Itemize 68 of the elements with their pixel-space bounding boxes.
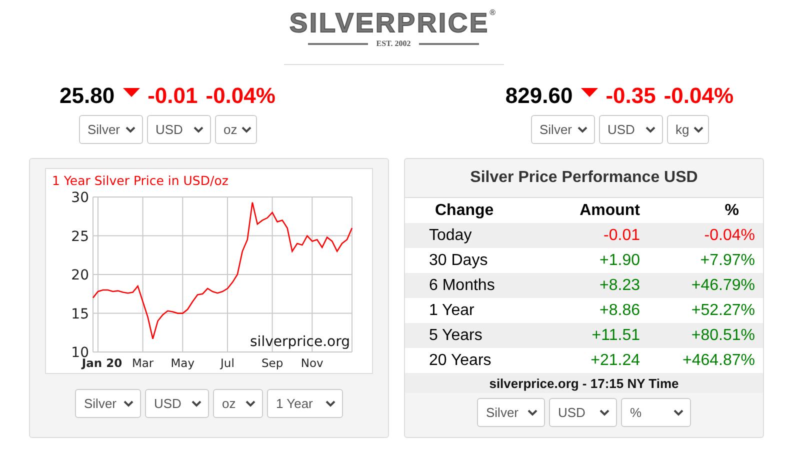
chevron-down-icon [644, 126, 656, 134]
column-header: Amount [578, 200, 640, 220]
table-cell: +80.51% [640, 323, 763, 348]
dropdown[interactable]: kg [666, 115, 708, 144]
price: 829.60 [505, 83, 573, 109]
chevron-down-icon [673, 408, 684, 416]
table-cell: +8.23 [535, 273, 640, 298]
chevron-down-icon [576, 126, 588, 134]
price-change: -0.01 [148, 83, 198, 109]
axis-label: 25 [71, 228, 89, 245]
dropdown[interactable]: Silver [75, 389, 141, 418]
logo-wordmark: SILVERPRICE® [290, 8, 498, 38]
table-cell-text: 1 Year [428, 300, 476, 320]
chevron-down-icon [192, 126, 204, 134]
chevron-down-icon [241, 126, 252, 134]
price: 25.80 [60, 83, 115, 109]
percent-change: -0.04% [206, 83, 276, 109]
dropdown[interactable]: USD [549, 398, 617, 427]
dropdown[interactable]: oz [214, 115, 256, 144]
chevron-down-icon [325, 400, 336, 408]
chart-watermark-text: silverprice.org [250, 334, 350, 350]
dropdown[interactable]: USD [598, 115, 662, 144]
dropdown[interactable]: USD [145, 389, 209, 418]
table-cell-text: 30 Days [428, 250, 489, 270]
chevron-down-icon [124, 126, 136, 134]
table-cell-text: +7.97% [699, 250, 756, 270]
dropdown[interactable]: USD [146, 115, 210, 144]
column-header: Change [434, 200, 495, 220]
dropdown[interactable]: Silver [530, 115, 594, 144]
table-cell: Today [405, 223, 535, 248]
chevron-down-icon [599, 408, 610, 416]
table-cell-text: +21.24 [590, 350, 640, 370]
column-header: % [724, 200, 740, 220]
chart-title: 1 Year Silver Price in USD/oz [52, 173, 228, 188]
price-change: -0.35 [606, 83, 656, 109]
axis-label: 15 [71, 306, 89, 322]
table-cell-text: +8.86 [598, 300, 640, 320]
axis-label: 30 [71, 190, 89, 206]
dropdown[interactable]: Silver [477, 398, 545, 427]
axis-label: Mar [132, 356, 154, 370]
table-cell-text: +1.90 [598, 250, 640, 270]
chevron-down-icon [191, 400, 202, 408]
table-cell: -0.04% [640, 223, 763, 248]
update-time: silverprice.org - 17:15 NY Time [405, 373, 763, 393]
table-cell: +46.79% [640, 273, 763, 298]
dropdown[interactable]: % [621, 398, 691, 427]
table-cell: 6 Months [405, 273, 535, 298]
table-cell: +11.51 [535, 323, 640, 348]
chevron-down-icon [245, 400, 256, 408]
chevron-down-icon [123, 400, 134, 408]
chevron-down-icon [693, 126, 704, 134]
axis-label: Jul [220, 356, 234, 370]
axis-label: Jan 20 [82, 356, 122, 370]
table-cell-text: 20 Years [428, 350, 492, 370]
dropdown[interactable]: Silver [78, 115, 142, 144]
axis-label: Sep [261, 356, 284, 370]
axis-label: May [170, 356, 195, 370]
logo-tagline: EST. 2002 [376, 39, 411, 48]
dropdown[interactable]: 1 Year [267, 389, 343, 418]
table-cell: 5 Years [405, 323, 535, 348]
axis-label: Nov [300, 356, 324, 370]
table-cell: -0.01 [535, 223, 640, 248]
table-cell-text: +464.87% [681, 350, 756, 370]
percent-change: -0.04% [664, 83, 734, 109]
axis-label: 20 [71, 268, 89, 284]
table-cell-text: +52.27% [690, 300, 756, 320]
chevron-down-icon [527, 408, 538, 416]
dropdown[interactable]: oz [213, 389, 263, 418]
